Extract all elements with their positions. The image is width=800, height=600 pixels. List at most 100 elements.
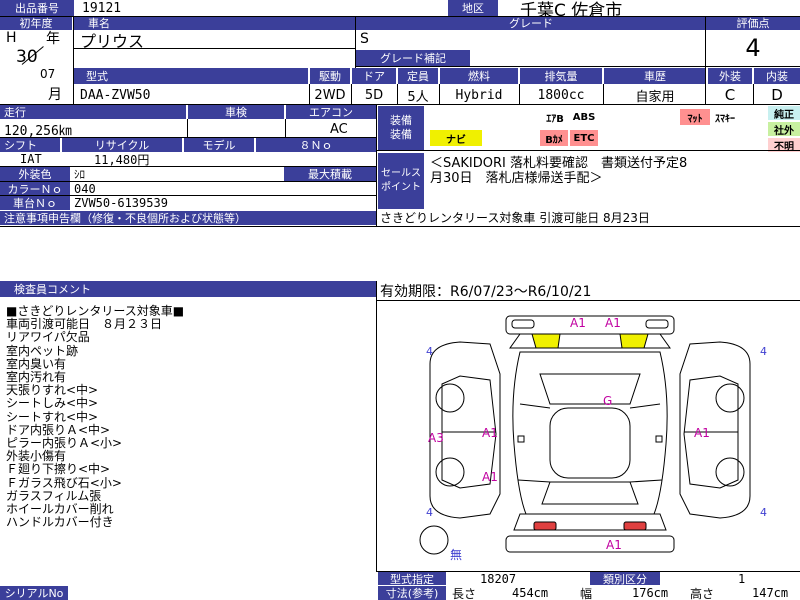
sales-point-label-line2: ポイント bbox=[381, 182, 421, 193]
divider bbox=[603, 84, 604, 104]
year: 30 bbox=[16, 47, 38, 67]
car-damage-diagram bbox=[419, 315, 751, 555]
divider bbox=[0, 166, 376, 167]
tire-rear-left: 4 bbox=[426, 506, 433, 519]
score-label: 評価点 bbox=[706, 16, 800, 30]
spec-header-displacement: 排気量 bbox=[520, 68, 602, 84]
tire-rear-right: 4 bbox=[760, 506, 767, 519]
inspector-comment-label: 検査員コメント bbox=[0, 281, 376, 297]
grade-extra bbox=[472, 50, 702, 66]
exterior-color: ｼﾛ bbox=[74, 168, 85, 181]
comment-line: Ｆガラス飛び石<小> bbox=[6, 475, 122, 490]
divider bbox=[356, 66, 800, 67]
spec-value-exterior: C bbox=[724, 86, 736, 104]
divider bbox=[376, 281, 377, 571]
color-no: 040 bbox=[74, 182, 96, 196]
spec-value-doors: 5D bbox=[364, 87, 384, 103]
sales-point-label: セールス ポイント bbox=[378, 153, 424, 209]
equipment-navi: ナビ bbox=[430, 130, 482, 146]
divider bbox=[0, 181, 376, 182]
divider bbox=[376, 300, 800, 301]
validity-period: 有効期限：R6/07/23～R6/10/21 bbox=[380, 284, 592, 300]
divider bbox=[397, 84, 398, 104]
sales-point-label-line1: セールス bbox=[381, 168, 421, 179]
divider bbox=[376, 105, 377, 226]
recycle-label: リサイクル bbox=[62, 138, 182, 152]
class-label: 類別区分 bbox=[590, 572, 660, 585]
mark-front-right: A1 bbox=[605, 316, 621, 330]
notes-label: 注意事項申告欄（修復・不良個所および状態等） bbox=[0, 211, 376, 225]
equipment-abs: ABS bbox=[572, 111, 596, 123]
comment-line: 室内ペット跡 bbox=[6, 343, 79, 358]
listing-no: 19121 bbox=[82, 0, 122, 16]
eight-no bbox=[258, 152, 376, 166]
divider bbox=[376, 150, 800, 151]
era: H bbox=[6, 30, 17, 46]
comment-line: シートしみ<中> bbox=[6, 396, 99, 411]
spec-header-doors: ドア bbox=[352, 68, 396, 84]
inspection bbox=[190, 121, 284, 137]
comment-line: ハンドルカバー付き bbox=[6, 515, 114, 530]
height-label: 高さ bbox=[690, 586, 715, 600]
divider bbox=[0, 195, 376, 196]
notes: さきどりレンタリース対象車 引渡可能日 8月23日 bbox=[380, 211, 650, 225]
spec-value-displacement: 1800cc bbox=[537, 87, 585, 103]
grade: S bbox=[360, 31, 369, 47]
divider bbox=[0, 226, 800, 227]
sales-point-text-line2: 月30日 落札店様帰送手配＞ bbox=[430, 170, 603, 185]
year-kanji: 年 bbox=[46, 31, 60, 46]
width-label: 幅 bbox=[580, 586, 593, 600]
divider bbox=[74, 48, 356, 49]
exterior-color-label: 外装色 bbox=[0, 167, 70, 181]
equipment-label: 装備 装備 bbox=[378, 106, 424, 150]
spec-header-interior: 内装 bbox=[754, 68, 800, 84]
type-cert: 18207 bbox=[480, 572, 517, 585]
month-kanji: 月 bbox=[48, 87, 62, 102]
divider bbox=[705, 16, 706, 104]
month: 07 bbox=[40, 67, 56, 81]
spec-value-history: 自家用 bbox=[635, 89, 675, 105]
ac: AC bbox=[330, 121, 348, 137]
spec-header-exterior: 外装 bbox=[708, 68, 752, 84]
mark-roof: G bbox=[603, 394, 613, 408]
tire-front-left: 4 bbox=[426, 345, 433, 358]
serial-label: シリアルNo bbox=[0, 586, 68, 600]
mileage: 120,256㎞ bbox=[4, 123, 72, 138]
comment-line: リアワイパ欠品 bbox=[6, 330, 90, 345]
spec-value-drive: 2WD bbox=[314, 87, 346, 103]
spec-header-drive: 駆動 bbox=[310, 68, 350, 84]
equipment-smart-key: ｽﾏｷｰ bbox=[715, 113, 735, 125]
length: 454cm bbox=[512, 586, 549, 600]
spec-header-capacity: 定員 bbox=[398, 68, 438, 84]
sales-point-text-line1: ＜SAKIDORI 落札料要確認 書類送付予定8 bbox=[430, 155, 688, 170]
listing-no-label: 出品番号 bbox=[0, 0, 74, 16]
type-cert-label: 型式指定 bbox=[378, 572, 446, 585]
chassis-no-label: 車台Ｎｏ bbox=[0, 196, 70, 210]
max-load bbox=[286, 182, 376, 196]
equipment-airbag: ｴｱB bbox=[546, 113, 564, 125]
inspector-comments: ■さきどりレンタリース対象車■ 車両引渡可能日 ８月２３日 リアワイパ欠品 室内… bbox=[6, 304, 366, 530]
car-name-label: 車名 bbox=[74, 16, 356, 30]
model-label: モデル bbox=[184, 138, 254, 152]
ac-label: エアコン bbox=[286, 105, 376, 119]
spec-value-interior: D bbox=[771, 86, 783, 104]
tire-front-right: 4 bbox=[760, 345, 767, 358]
equipment-label-line2: 装備 bbox=[390, 128, 412, 141]
divider bbox=[0, 16, 800, 17]
mark-front-left: A1 bbox=[570, 316, 586, 330]
spec-header-history: 車歴 bbox=[604, 68, 706, 84]
mark-left-door: A1 bbox=[482, 426, 498, 440]
mark-rear: A1 bbox=[606, 538, 622, 552]
first-reg-label: 初年度 bbox=[0, 16, 72, 30]
divider bbox=[519, 84, 520, 104]
grade-label: グレード bbox=[356, 16, 706, 30]
grade-extra-label: グレード補記 bbox=[356, 50, 470, 66]
divider bbox=[355, 16, 356, 68]
spec-value-capacity: 5人 bbox=[407, 89, 429, 105]
dims-label: 寸法(参考) bbox=[378, 586, 446, 600]
spec-header-model-code: 型式 bbox=[74, 68, 308, 84]
divider bbox=[187, 119, 188, 137]
width: 176cm bbox=[632, 586, 669, 600]
divider bbox=[0, 137, 376, 138]
divider bbox=[285, 119, 286, 137]
